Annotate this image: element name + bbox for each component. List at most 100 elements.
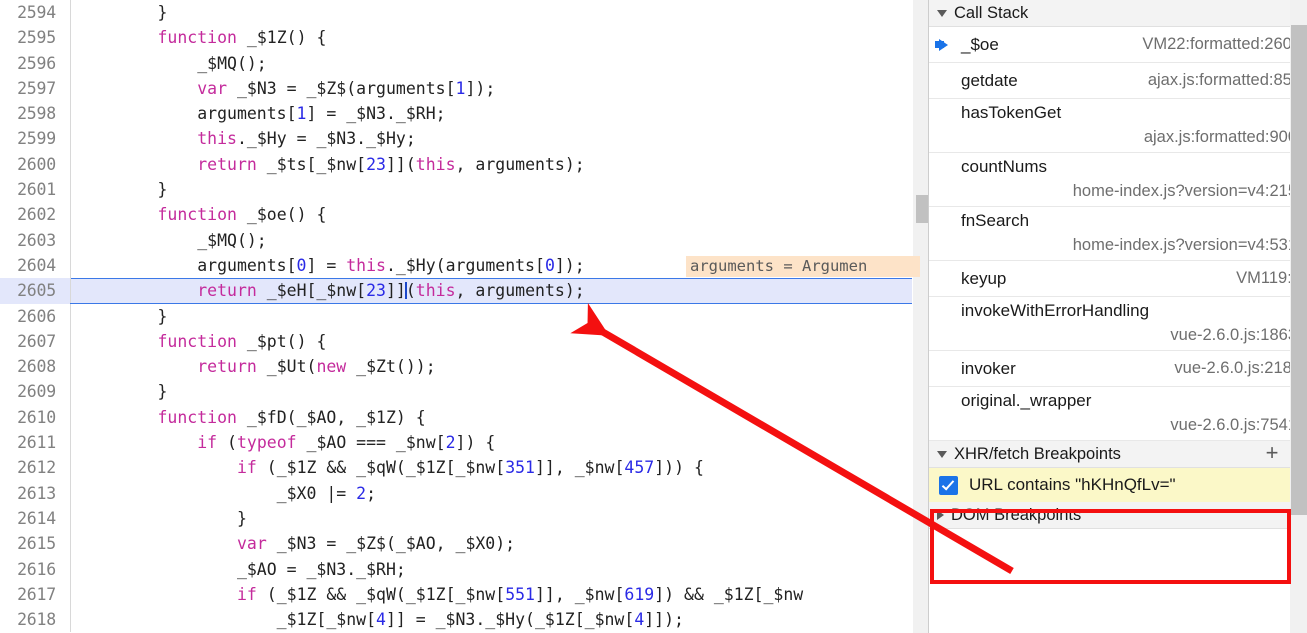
- code-line[interactable]: 2600 return _$ts[_$nw[23]](this, argumen…: [0, 151, 912, 178]
- call-stack-source-location[interactable]: vue-2.6.0.js:7541: [961, 413, 1301, 437]
- code-line[interactable]: 2613 _$X0 |= 2;: [0, 480, 912, 506]
- line-number[interactable]: 2615: [0, 531, 56, 556]
- code-line-text: function _$1Z() {: [157, 28, 327, 48]
- line-number[interactable]: 2609: [0, 379, 56, 404]
- code-line[interactable]: 2599 this._$Hy = _$N3._$Hy;: [0, 126, 912, 152]
- line-number[interactable]: 2613: [0, 481, 56, 506]
- code-line[interactable]: 2607 function _$pt() {: [0, 328, 912, 355]
- line-number[interactable]: 2612: [0, 455, 56, 480]
- line-number[interactable]: 2598: [0, 101, 56, 126]
- line-number[interactable]: 2610: [0, 405, 56, 430]
- code-line[interactable]: 2605 return _$eH[_$nw[23]](this, argumen…: [0, 278, 912, 304]
- code-line[interactable]: 2597 var _$N3 = _$Z$(arguments[1]);: [0, 75, 912, 102]
- xhr-breakpoint-row[interactable]: URL contains "hKHnQfLv=": [929, 468, 1307, 502]
- code-line-text: _$MQ();: [78, 53, 267, 73]
- line-number[interactable]: 2595: [0, 25, 56, 50]
- call-stack-source-location[interactable]: vue-2.6.0.js:2188: [1174, 359, 1301, 378]
- line-number[interactable]: 2601: [0, 177, 56, 202]
- code-line-text: return _$Ut(new _$Zt());: [197, 357, 436, 377]
- xhr-breakpoint-checkbox[interactable]: [939, 475, 958, 495]
- dom-breakpoints-title: DOM Breakpoints: [951, 505, 1082, 524]
- devtools-sources-panel: 2594 } 2595 function _$1Z() {2596 _$MQ();…: [0, 0, 1307, 633]
- call-stack-frame[interactable]: keyup VM119:3: [929, 261, 1307, 297]
- call-stack-frame[interactable]: hasTokenGet ajax.js:formatted:900: [929, 99, 1307, 153]
- code-line[interactable]: 2612 if (_$1Z && _$qW(_$1Z[_$nw[351]], _…: [0, 455, 912, 481]
- code-line[interactable]: 2594 }: [0, 0, 912, 26]
- code-line[interactable]: 2610 function _$fD(_$AO, _$1Z) {: [0, 404, 912, 431]
- call-stack-function-name: hasTokenGet: [961, 103, 1062, 122]
- code-line[interactable]: 2595 function _$1Z() {: [0, 25, 912, 51]
- code-line-text: var _$N3 = _$Z$(_$AO, _$X0);: [236, 534, 516, 554]
- line-number[interactable]: 2599: [0, 126, 56, 151]
- call-stack-source-location[interactable]: ajax.js:formatted:856: [1148, 71, 1301, 90]
- code-line-text: }: [78, 306, 168, 326]
- call-stack-function-name: countNums: [961, 157, 1047, 176]
- code-line[interactable]: 2616 _$AO = _$N3._$RH;: [0, 556, 912, 582]
- line-number[interactable]: 2600: [0, 152, 56, 177]
- line-number[interactable]: 2607: [0, 329, 56, 354]
- code-line-text: arguments[0] = this._$Hy(arguments[0]);: [78, 255, 585, 275]
- line-number[interactable]: 2597: [0, 76, 56, 101]
- call-stack-function-name: fnSearch: [961, 211, 1030, 230]
- sidebar-scrollbar-thumb[interactable]: [1291, 25, 1307, 515]
- dom-breakpoints-header[interactable]: DOM Breakpoints: [929, 502, 1307, 529]
- code-line[interactable]: 2617 if (_$1Z && _$qW(_$1Z[_$nw[551]], _…: [0, 581, 912, 608]
- xhr-breakpoint-label: URL contains "hKHnQfLv=": [969, 475, 1176, 494]
- line-number[interactable]: 2608: [0, 354, 56, 379]
- code-line-text: }: [78, 180, 168, 200]
- line-number[interactable]: 2604: [0, 253, 56, 278]
- code-line[interactable]: 2598 arguments[1] = _$N3._$RH;: [0, 101, 912, 127]
- call-stack-source-location[interactable]: ajax.js:formatted:900: [961, 125, 1301, 149]
- call-stack-frame[interactable]: original._wrapper vue-2.6.0.js:7541: [929, 387, 1307, 441]
- code-line[interactable]: 2601 }: [0, 177, 912, 203]
- line-number[interactable]: 2611: [0, 430, 56, 455]
- add-xhr-breakpoint-button[interactable]: +: [1263, 442, 1281, 464]
- code-line[interactable]: 2608 return _$Ut(new _$Zt());: [0, 354, 912, 380]
- code-line-text: _$1Z[_$nw[4]] = _$N3._$Hy(_$1Z[_$nw[4]])…: [78, 610, 684, 630]
- line-number[interactable]: 2603: [0, 228, 56, 253]
- call-stack-frame[interactable]: fnSearch home-index.js?version=v4:531: [929, 207, 1307, 261]
- code-line-text: if (typeof _$AO === _$nw[2]) {: [197, 433, 496, 453]
- call-stack-frame[interactable]: getdate ajax.js:formatted:856: [929, 63, 1307, 99]
- line-number[interactable]: 2617: [0, 582, 56, 607]
- line-number[interactable]: 2606: [0, 304, 56, 329]
- line-number[interactable]: 2614: [0, 506, 56, 531]
- call-stack-frame[interactable]: invoker vue-2.6.0.js:2188: [929, 351, 1307, 387]
- line-number[interactable]: 2616: [0, 557, 56, 582]
- xhr-breakpoints-header[interactable]: XHR/fetch Breakpoints +: [929, 441, 1307, 468]
- line-number[interactable]: 2596: [0, 51, 56, 76]
- debugger-sidebar: Call Stack _$oe VM22:formatted:2605 getdat…: [929, 0, 1307, 633]
- call-stack-source-location[interactable]: home-index.js?version=v4:215: [961, 179, 1301, 203]
- code-editor[interactable]: 2594 } 2595 function _$1Z() {2596 _$MQ();…: [0, 0, 912, 633]
- call-stack-source-location[interactable]: home-index.js?version=v4:531: [961, 233, 1301, 257]
- code-line[interactable]: 2609 }: [0, 379, 912, 405]
- code-line[interactable]: 2614 }: [0, 505, 912, 532]
- call-stack-header[interactable]: Call Stack: [929, 0, 1307, 27]
- chevron-down-icon: [937, 9, 947, 17]
- code-line-text: if (_$1Z && _$qW(_$1Z[_$nw[551]], _$nw[6…: [236, 584, 804, 604]
- call-stack-frame[interactable]: _$oe VM22:formatted:2605: [929, 27, 1307, 63]
- gutter-separator: [70, 581, 71, 608]
- line-number[interactable]: 2618: [0, 607, 56, 632]
- code-line[interactable]: 2618 _$1Z[_$nw[4]] = _$N3._$Hy(_$1Z[_$nw…: [0, 607, 912, 633]
- line-number[interactable]: 2594: [0, 0, 56, 25]
- gutter-separator: [70, 607, 71, 633]
- source-code-panel: 2594 } 2595 function _$1Z() {2596 _$MQ();…: [0, 0, 929, 633]
- code-line[interactable]: 2606 }: [0, 303, 912, 329]
- call-stack-source-location[interactable]: vue-2.6.0.js:1863: [961, 323, 1301, 347]
- code-line[interactable]: 2596 _$MQ();: [0, 50, 912, 76]
- call-stack-source-location[interactable]: VM22:formatted:2605: [1142, 35, 1301, 54]
- call-stack-frame[interactable]: countNums home-index.js?version=v4:215: [929, 153, 1307, 207]
- call-stack-frame[interactable]: invokeWithErrorHandling vue-2.6.0.js:1863: [929, 297, 1307, 351]
- code-line[interactable]: 2615 var _$N3 = _$Z$(_$AO, _$X0);: [0, 531, 912, 557]
- line-number[interactable]: 2605: [0, 278, 56, 303]
- code-vertical-scrollbar[interactable]: [912, 0, 929, 633]
- sidebar-vertical-scrollbar[interactable]: [1290, 0, 1307, 633]
- code-line-text: if (_$1Z && _$qW(_$1Z[_$nw[351]], _$nw[4…: [236, 458, 704, 478]
- gutter-separator: [70, 303, 71, 329]
- code-line[interactable]: 2603 _$MQ();: [0, 227, 912, 253]
- code-line[interactable]: 2602 function _$oe() {: [0, 202, 912, 228]
- line-number[interactable]: 2602: [0, 202, 56, 227]
- gutter-separator: [70, 202, 71, 228]
- code-line[interactable]: 2611 if (typeof _$AO === _$nw[2]) {: [0, 430, 912, 456]
